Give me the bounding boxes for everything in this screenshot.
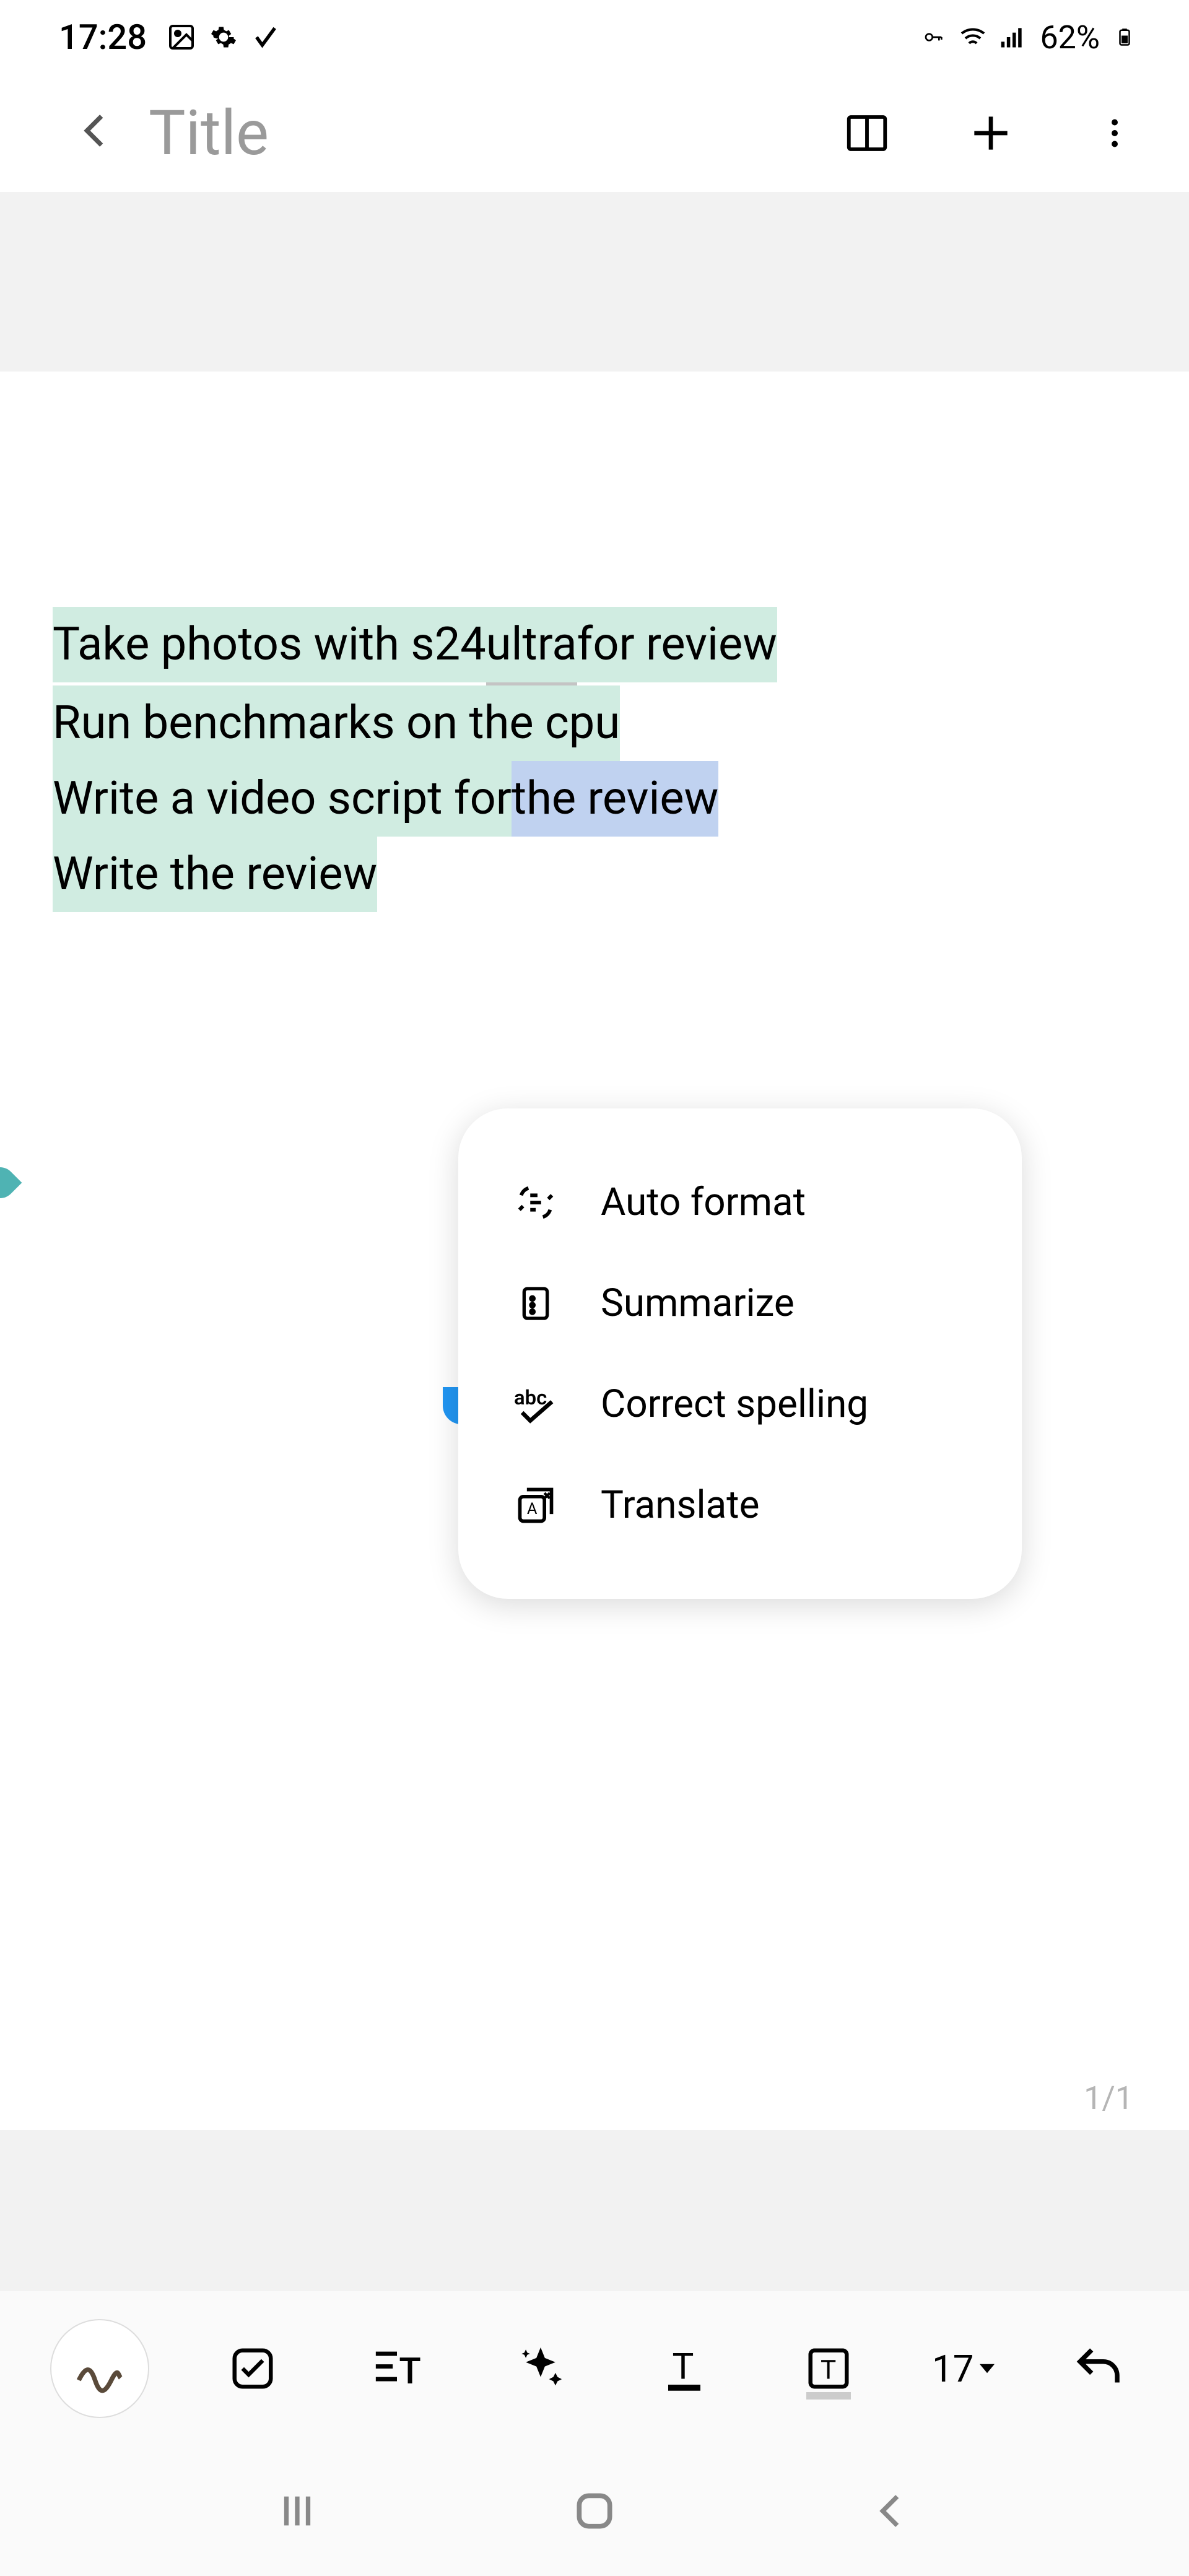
menu-item-correct-spelling[interactable]: abc Correct spelling <box>458 1354 1022 1455</box>
app-bar: Title <box>0 74 1189 192</box>
battery-text: 62% <box>1040 19 1100 56</box>
menu-item-translate[interactable]: A Translate <box>458 1455 1022 1556</box>
check-icon <box>251 22 281 52</box>
clock-text: 17:28 <box>59 17 147 58</box>
text-segment-selected: the review <box>512 761 718 837</box>
note-line-1[interactable]: Take photos with s24 ultra for review <box>53 607 1136 685</box>
menu-item-auto-format[interactable]: Auto format <box>458 1152 1022 1253</box>
text-segment: Write a video script for <box>53 761 512 837</box>
undo-button[interactable] <box>1058 2328 1139 2409</box>
page-indicator: 1/1 <box>1084 2079 1133 2117</box>
menu-item-label: Summarize <box>601 1281 795 1326</box>
svg-text:T: T <box>821 2355 836 2385</box>
note-body[interactable]: Take photos with s24 ultra for review Ru… <box>0 372 1189 912</box>
font-color-button[interactable]: T <box>644 2328 725 2409</box>
text-segment: Write the review <box>53 837 377 912</box>
nav-back-button[interactable] <box>864 2483 920 2539</box>
text-background-button[interactable]: T <box>788 2328 869 2409</box>
translate-icon: A <box>514 1484 557 1527</box>
text-style-button[interactable]: T <box>357 2328 437 2409</box>
text-segment: for review <box>577 607 777 682</box>
svg-text:abc: abc <box>514 1386 547 1410</box>
settings-icon <box>209 22 238 52</box>
note-line-3[interactable]: Write a video script for the review <box>53 761 1136 837</box>
battery-icon <box>1110 22 1139 52</box>
spellcheck-icon: abc <box>514 1383 557 1426</box>
svg-text:T: T <box>673 2346 694 2388</box>
reader-mode-button[interactable] <box>842 108 892 158</box>
context-menu: Auto format Summarize abc Correct spelli… <box>458 1108 1022 1599</box>
wifi-icon <box>958 22 988 52</box>
bottom-spacer <box>0 2130 1189 2291</box>
font-size-value: 17 <box>932 2347 973 2391</box>
checkbox-button[interactable] <box>212 2328 293 2409</box>
svg-text:T: T <box>399 2351 420 2393</box>
signal-icon <box>998 22 1027 52</box>
app-bar-actions <box>842 108 1139 158</box>
menu-item-summarize[interactable]: Summarize <box>458 1253 1022 1354</box>
font-size-button[interactable]: 17 <box>932 2347 995 2391</box>
system-nav-bar <box>0 2446 1189 2576</box>
status-right: 62% <box>918 19 1139 56</box>
menu-item-label: Correct spelling <box>601 1382 868 1427</box>
gallery-icon <box>167 22 196 52</box>
more-options-button[interactable] <box>1090 108 1139 158</box>
summarize-icon <box>514 1282 557 1325</box>
menu-item-label: Translate <box>601 1482 759 1528</box>
back-button[interactable] <box>74 101 118 166</box>
menu-item-label: Auto format <box>601 1180 806 1225</box>
svg-text:A: A <box>527 1500 538 1518</box>
note-line-4[interactable]: Write the review <box>53 837 1136 912</box>
text-segment: Take photos with s24 <box>53 607 486 682</box>
vpn-key-icon <box>918 22 948 52</box>
note-line-2[interactable]: Run benchmarks on the cpu <box>53 685 1136 761</box>
header-spacer <box>0 192 1189 372</box>
status-bar: 17:28 62% <box>0 0 1189 74</box>
note-title-input[interactable]: Title <box>149 97 811 170</box>
add-button[interactable] <box>966 108 1016 158</box>
text-segment-spellcheck: ultra <box>486 607 577 685</box>
status-left: 17:28 <box>59 17 281 58</box>
editor-toolbar: T T T 17 <box>0 2291 1189 2446</box>
text-segment: Run benchmarks on the cpu <box>53 685 620 761</box>
recents-button[interactable] <box>269 2483 325 2539</box>
home-button[interactable] <box>567 2483 622 2539</box>
selection-handle-start[interactable] <box>0 1161 22 1205</box>
handwriting-button[interactable] <box>50 2319 149 2418</box>
auto-format-icon <box>514 1181 557 1224</box>
ai-assist-button[interactable] <box>500 2328 581 2409</box>
